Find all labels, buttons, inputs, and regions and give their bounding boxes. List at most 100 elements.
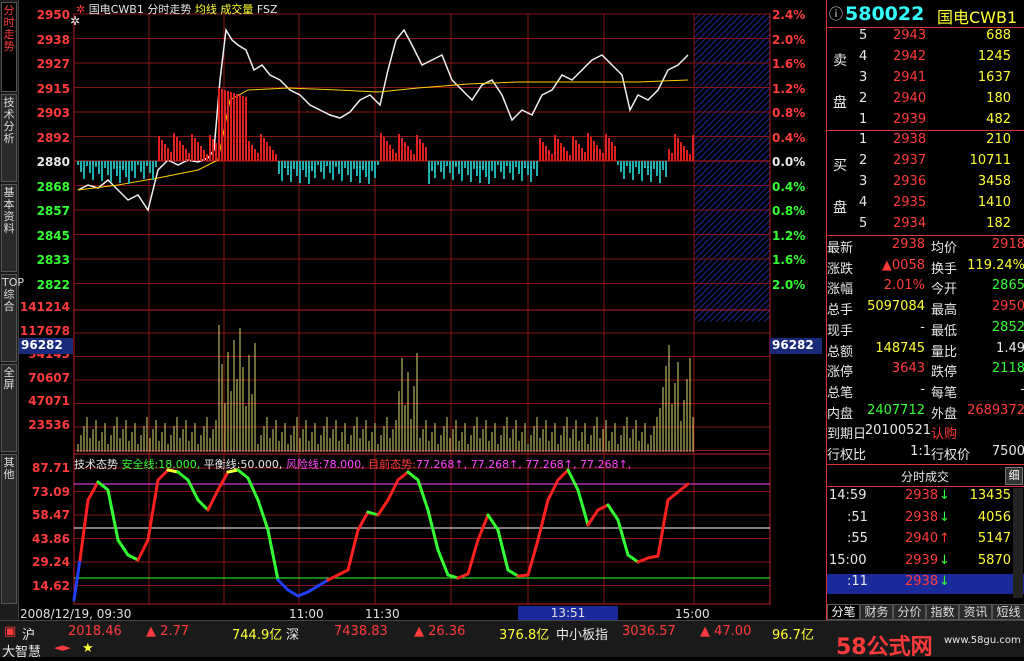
stat-value: 2950 [991,299,1024,315]
bids-price: 2937 [893,153,927,168]
volume-label: 成交量 [220,3,254,16]
trades-scrollbar[interactable] [1013,488,1023,598]
stat-label: 涨幅 [827,282,854,298]
stats-row: 行权比 1:1 行权价 7500 [827,444,1024,464]
oscillator-segment [346,528,360,572]
time-cursor: 13:51 [518,606,618,620]
asks-row[interactable]: 5 2943 688 [827,28,1024,48]
stat-value: 2689372 [967,402,1024,418]
bids-row[interactable]: 2 2937 10711 [827,153,1024,173]
oscillator-segment [566,468,580,492]
percent-tick-label: 1.2% [772,228,806,243]
asks-price: 2939 [893,112,927,127]
bids-level: 3 [859,174,868,189]
quote-tab[interactable]: 资讯 [959,604,992,620]
trade-row[interactable]: 14:59 2938 ↓ 13435 [827,488,1024,508]
stats-row: 涨停 3643 跌停 2118 [827,361,1024,381]
oscillator-segment [72,558,82,602]
trade-time: :55 [847,531,868,546]
star-icon[interactable]: ★ [82,641,94,656]
oscillator-segment [586,508,600,527]
average-price-line [77,79,689,191]
oscillator-segment [456,572,470,580]
price-line [77,27,689,212]
trade-row[interactable]: :51 2938 ↓ 4056 [827,510,1024,530]
asks-row[interactable]: 2 2940 180 [827,91,1024,111]
trade-direction-icon: ↓ [939,509,950,525]
quote-tab[interactable]: 短线 [992,604,1024,620]
risk-line-value: 78.000, [322,458,365,471]
info-icon[interactable]: ⓘ [829,4,843,24]
stock-name: 国电CWB1 [88,3,144,16]
tab-fundamentals[interactable]: 基本资料 [1,184,17,272]
bids-qty: 210 [986,132,1011,147]
price-tick-label: 2833 [36,253,70,267]
asks-price: 2940 [893,91,927,106]
time-label-date: 2008/12/19, 09:30 [20,607,132,621]
stats-row: 涨幅 2.01% 今开 2865 [827,278,1024,298]
tab-other[interactable]: 其他 [1,454,17,604]
bids-row[interactable]: 1 2938 210 [827,132,1024,152]
stats-row: 到期日 20100521 认购 [827,423,1024,443]
quote-tab[interactable]: 分笔 [827,604,860,620]
tech-tick-label: 43.86 [32,531,70,546]
asks-row[interactable]: 3 2941 1637 [827,70,1024,90]
stat-label: 涨停 [827,365,854,381]
oscillator-segment [516,573,530,578]
oscillator-segment [246,476,260,502]
chart-area[interactable]: ✲ 国电CWB1 分时走势 均线 成交量 FSZ ✲ 2950 2938 2927 2… [18,0,826,621]
tech-tick-label: 58.47 [32,508,70,522]
trade-row[interactable]: :11 2938 ↓ [827,574,1024,594]
bids-row[interactable]: 5 2934 182 [827,216,1024,236]
asks-row[interactable]: 1 2939 482 [827,112,1024,132]
asks-row[interactable]: 4 2942 1245 [827,49,1024,69]
stat-value: - [920,319,925,335]
stat-label: 最高 [931,303,958,319]
asks-qty: 1637 [977,70,1011,85]
asks-qty: 180 [986,91,1011,106]
bids-price: 2936 [893,174,927,189]
bids-row[interactable]: 4 2935 1410 [827,195,1024,215]
stat-label: 现手 [827,323,854,339]
arrow-icons[interactable]: ◄► [54,641,71,654]
tab-top[interactable]: TOP综合 [1,274,24,362]
sh-change: ▲ 2.77 [146,624,190,639]
oscillator-segment [336,568,350,577]
zx-change: ▲ 47.00 [700,624,752,639]
asks-qty: 1245 [977,49,1011,64]
trade-time: 14:59 [829,488,867,503]
sz-index: 7438.83 [334,624,388,639]
trade-qty: 5870 [977,552,1011,568]
quote-tab[interactable]: 分价 [893,604,926,620]
stat-label: 到期日 [827,427,867,443]
trades-detail-button[interactable]: 细 [1005,467,1023,485]
stat-value: 2.01% [883,278,925,294]
alert-icon[interactable]: ▣ [4,624,16,639]
stat-value: - [920,381,925,397]
trade-direction-icon: ↑ [939,531,950,546]
oscillator-segment [306,584,320,594]
bids-row[interactable]: 3 2936 3458 [827,174,1024,194]
quote-tab[interactable]: 指数 [926,604,959,620]
settings-icon[interactable]: ✲ [70,14,80,28]
stat-label: 均价 [931,241,958,256]
trade-row[interactable]: 15:00 2939 ↓ 5870 [827,553,1024,573]
sz-label: 深 [286,628,300,643]
price-tick-label: 2927 [36,57,70,71]
stat-label: 最低 [931,323,958,339]
oscillator-segment [596,503,610,512]
stat-value: 3643 [891,361,925,377]
oscillator-segment [136,538,150,562]
stat-value: 2407712 [867,402,925,418]
trade-row[interactable]: :55 2940 ↑ 5147 [827,531,1024,551]
tab-technical[interactable]: 技术分析 [1,94,17,182]
oscillator-segment [666,490,680,502]
tab-intraday[interactable]: 分时走势 [1,2,17,92]
stats-row: 现手 - 最低 2852 [827,320,1024,340]
quote-tab[interactable]: 财务 [860,604,893,620]
bids-level: 1 [859,132,868,147]
sh-amount: 744.9亿 [232,628,283,643]
tab-fullscreen[interactable]: 全屏 [1,364,17,452]
trade-qty: 13435 [969,488,1011,503]
stat-value: 119.24% [967,257,1024,273]
